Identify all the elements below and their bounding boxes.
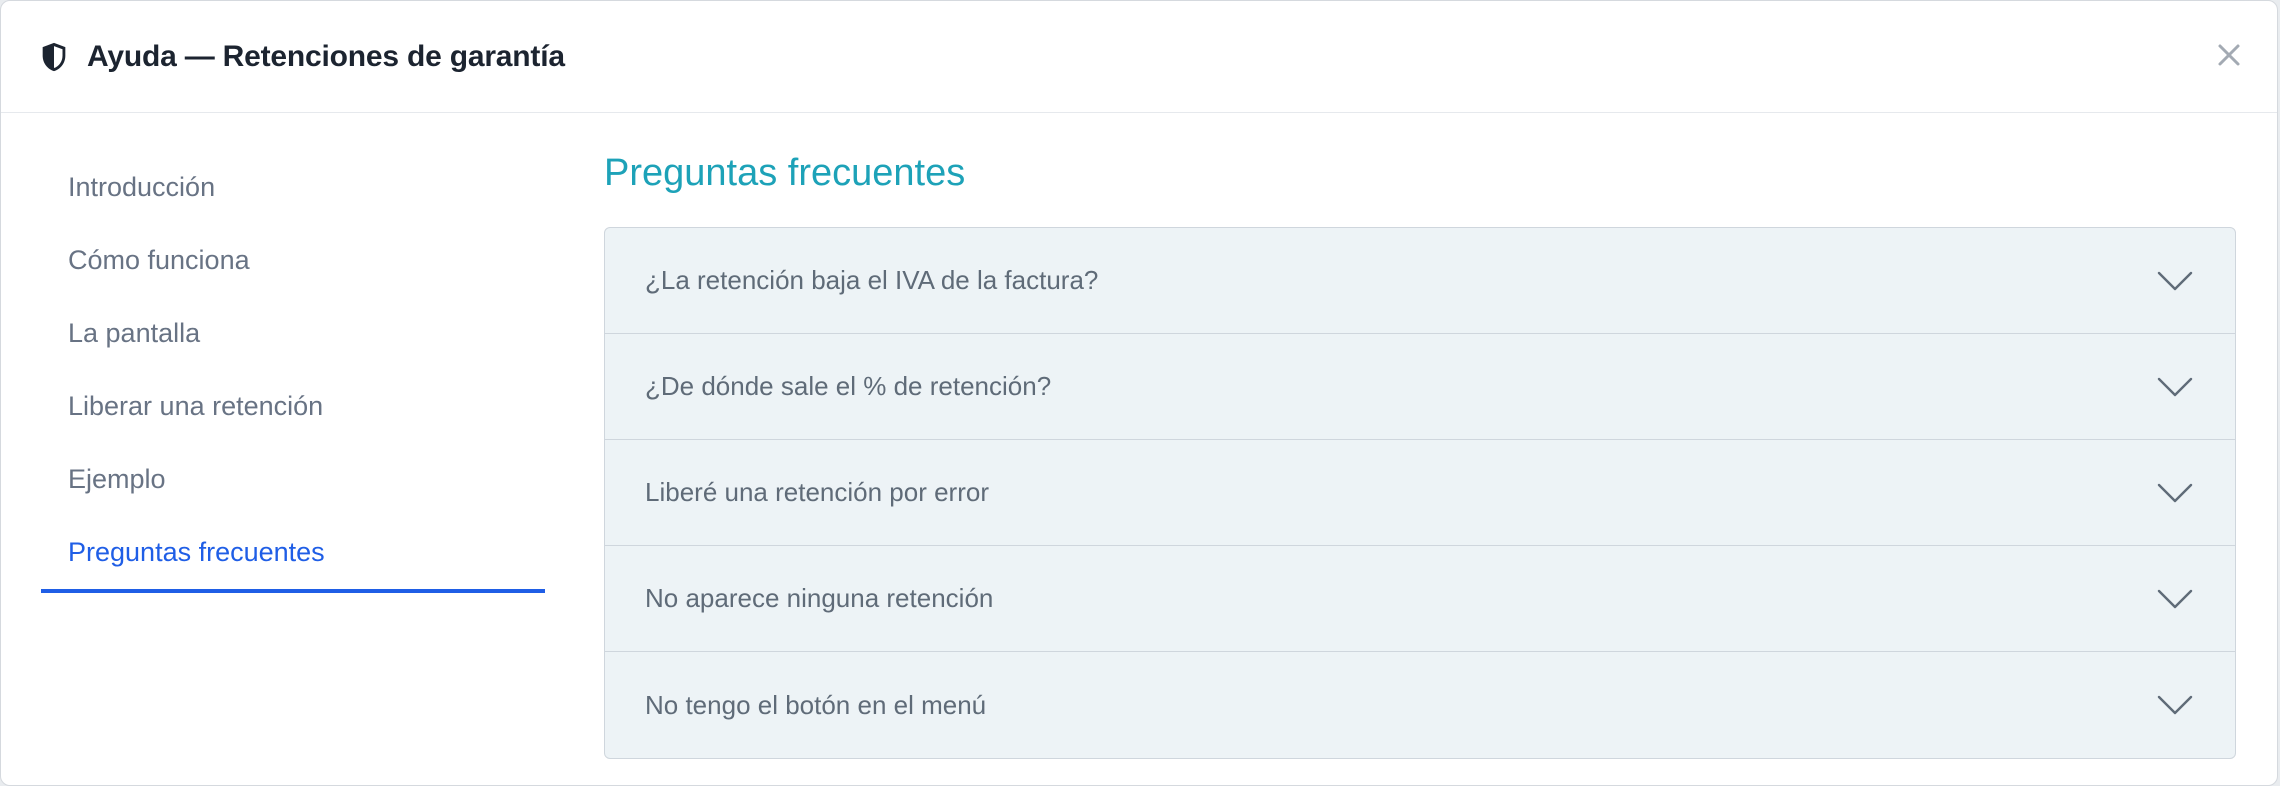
dialog-title: Ayuda — Retenciones de garantía — [87, 39, 565, 73]
help-content: Preguntas frecuentes ¿La retención baja … — [604, 141, 2236, 759]
help-dialog: Ayuda — Retenciones de garantía Introduc… — [0, 0, 2278, 786]
sidebar-item-label: Liberar una retención — [68, 391, 324, 421]
help-sidebar-nav: Introducción Cómo funciona La pantalla L… — [41, 151, 545, 593]
faq-item[interactable]: ¿De dónde sale el % de retención? — [605, 334, 2235, 440]
section-title: Preguntas frecuentes — [604, 152, 966, 194]
sidebar-item-label: Introducción — [68, 172, 216, 202]
sidebar-item-label: Preguntas frecuentes — [68, 537, 325, 567]
sidebar-item-la-pantalla[interactable]: La pantalla — [41, 297, 545, 370]
sidebar-item-como-funciona[interactable]: Cómo funciona — [41, 224, 545, 297]
faq-question: ¿De dónde sale el % de retención? — [645, 371, 1052, 401]
sidebar-item-ejemplo[interactable]: Ejemplo — [41, 443, 545, 516]
chevron-down-icon — [2157, 694, 2193, 716]
faq-question: No aparece ninguna retención — [645, 583, 994, 613]
sidebar-item-liberar-retencion[interactable]: Liberar una retención — [41, 370, 545, 443]
sidebar-item-label: La pantalla — [68, 318, 201, 348]
faq-item[interactable]: No tengo el botón en el menú — [605, 652, 2235, 758]
close-icon — [2216, 42, 2242, 73]
faq-item[interactable]: No aparece ninguna retención — [605, 546, 2235, 652]
chevron-down-icon — [2157, 376, 2193, 398]
sidebar-item-preguntas-frecuentes[interactable]: Preguntas frecuentes — [41, 516, 545, 593]
close-button[interactable] — [2207, 35, 2251, 79]
faq-question: No tengo el botón en el menú — [645, 689, 987, 720]
sidebar-item-label: Cómo funciona — [68, 245, 250, 275]
chevron-down-icon — [2157, 482, 2193, 504]
sidebar-item-label: Ejemplo — [68, 464, 166, 494]
faq-item[interactable]: Liberé una retención por error — [605, 440, 2235, 546]
shield-icon — [37, 40, 71, 74]
faq-question: ¿La retención baja el IVA de la factura? — [645, 265, 1099, 295]
chevron-down-icon — [2157, 588, 2193, 610]
chevron-down-icon — [2157, 270, 2193, 292]
faq-item[interactable]: ¿La retención baja el IVA de la factura? — [605, 228, 2235, 334]
dialog-header: Ayuda — Retenciones de garantía — [1, 1, 2277, 113]
faq-accordion: ¿La retención baja el IVA de la factura?… — [604, 227, 2236, 759]
sidebar-item-introduccion[interactable]: Introducción — [41, 151, 545, 224]
faq-question: Liberé una retención por error — [645, 477, 989, 507]
